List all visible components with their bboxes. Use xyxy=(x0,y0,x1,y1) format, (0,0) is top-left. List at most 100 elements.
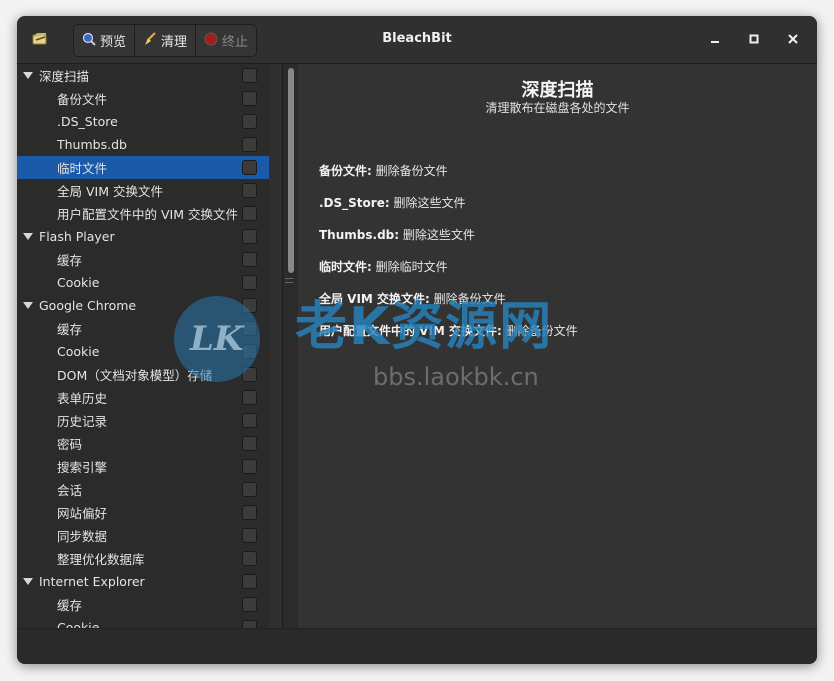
tree-row-label: 全局 VIM 交换文件 xyxy=(57,184,163,199)
pane-grip-handle[interactable] xyxy=(285,278,293,283)
tree-row-label: 网站偏好 xyxy=(57,506,108,521)
tree-row-checkbox[interactable] xyxy=(242,229,257,244)
tree-option-row[interactable]: DOM（文档对象模型）存储 xyxy=(17,363,269,386)
status-bar xyxy=(17,628,817,664)
tree-row-checkbox[interactable] xyxy=(242,574,257,589)
tree-option-row[interactable]: 备份文件 xyxy=(17,87,269,110)
tree-row-label: 缓存 xyxy=(57,253,83,268)
tree-row-checkbox[interactable] xyxy=(242,137,257,152)
tree-row-label: 用户配置文件中的 VIM 交换文件 xyxy=(57,207,238,222)
tree-row-checkbox[interactable] xyxy=(242,528,257,543)
option-description-text: 删除备份文件 xyxy=(429,292,506,306)
tree-row-checkbox[interactable] xyxy=(242,275,257,290)
tree-row-label: Google Chrome xyxy=(39,298,137,313)
tree-option-row[interactable]: 表单历史 xyxy=(17,386,269,409)
tree-row-checkbox[interactable] xyxy=(242,413,257,428)
tree-row-checkbox[interactable] xyxy=(242,183,257,198)
tree-option-row[interactable]: 缓存 xyxy=(17,248,269,271)
tree-row-label: 深度扫描 xyxy=(39,69,90,84)
tree-row-label: Cookie xyxy=(57,620,100,628)
tree-option-row[interactable]: Thumbs.db xyxy=(17,133,269,156)
window-title: BleachBit xyxy=(382,31,452,46)
tree-row-label: 密码 xyxy=(57,437,83,452)
tree-option-row[interactable]: 全局 VIM 交换文件 xyxy=(17,179,269,202)
tree-row-checkbox[interactable] xyxy=(242,91,257,106)
tree-row-checkbox[interactable] xyxy=(242,459,257,474)
tree-row-checkbox[interactable] xyxy=(242,252,257,267)
tree-row-checkbox[interactable] xyxy=(242,482,257,497)
expander-arrow-icon[interactable] xyxy=(23,578,33,585)
tree-option-row[interactable]: 历史记录 xyxy=(17,409,269,432)
expander-arrow-icon[interactable] xyxy=(23,72,33,79)
tree-category-row[interactable]: Internet Explorer xyxy=(17,570,269,593)
tree-row-label: Thumbs.db xyxy=(57,137,127,152)
option-description-text: 删除这些文件 xyxy=(399,228,475,242)
tree-option-row[interactable]: 密码 xyxy=(17,432,269,455)
tree-option-row[interactable]: 缓存 xyxy=(17,593,269,616)
tree-option-row[interactable]: 搜索引擎 xyxy=(17,455,269,478)
option-description-name: 用户配置文件中的 VIM 交换文件: xyxy=(319,324,502,338)
option-description-text: 删除这些文件 xyxy=(389,196,466,210)
tree-row-label: 临时文件 xyxy=(57,161,108,176)
tree-row-checkbox[interactable] xyxy=(242,620,257,628)
tree-row-checkbox[interactable] xyxy=(242,390,257,405)
option-description: 全局 VIM 交换文件: 删除备份文件 xyxy=(319,290,506,307)
tree-row-checkbox[interactable] xyxy=(242,206,257,221)
option-description: .DS_Store: 删除这些文件 xyxy=(319,194,465,211)
tree-row-label: DOM（文档对象模型）存储 xyxy=(57,368,213,383)
option-description-name: 临时文件: xyxy=(319,260,372,274)
option-description: 用户配置文件中的 VIM 交换文件: 删除备份文件 xyxy=(319,322,578,339)
tree-row-label: 会话 xyxy=(57,483,83,498)
tree-row-checkbox[interactable] xyxy=(242,160,257,175)
tree-option-row[interactable]: Cookie xyxy=(17,340,269,363)
tree-row-checkbox[interactable] xyxy=(242,367,257,382)
tree-category-row[interactable]: 深度扫描 xyxy=(17,64,269,87)
tree-scrollbar[interactable] xyxy=(269,64,283,628)
tree-row-checkbox[interactable] xyxy=(242,321,257,336)
tree-row-checkbox[interactable] xyxy=(242,436,257,451)
tree-option-row[interactable]: 网站偏好 xyxy=(17,501,269,524)
tree-row-checkbox[interactable] xyxy=(242,551,257,566)
tree-option-row[interactable]: 缓存 xyxy=(17,317,269,340)
tree-category-row[interactable]: Flash Player xyxy=(17,225,269,248)
tree-row-label: .DS_Store xyxy=(57,114,118,129)
option-description-name: 全局 VIM 交换文件: xyxy=(319,292,430,306)
option-description: 备份文件: 删除备份文件 xyxy=(319,162,448,179)
tree-row-checkbox[interactable] xyxy=(242,298,257,313)
tree-row-label: 同步数据 xyxy=(57,529,108,544)
tree-row-label: 缓存 xyxy=(57,598,83,613)
tree-row-checkbox[interactable] xyxy=(242,68,257,83)
tree-option-row[interactable]: 整理优化数据库 xyxy=(17,547,269,570)
tree-option-row[interactable]: .DS_Store xyxy=(17,110,269,133)
tree-row-label: 搜索引擎 xyxy=(57,460,108,475)
option-description-text: 删除临时文件 xyxy=(371,260,448,274)
tree-row-checkbox[interactable] xyxy=(242,114,257,129)
tree-row-label: Cookie xyxy=(57,344,100,359)
maximize-icon[interactable] xyxy=(745,30,763,48)
close-icon[interactable] xyxy=(784,30,802,48)
tree-option-row[interactable]: 临时文件 xyxy=(17,156,269,179)
tree-row-label: Flash Player xyxy=(39,229,115,244)
tree-row-label: 备份文件 xyxy=(57,92,108,107)
option-description-name: .DS_Store: xyxy=(319,196,390,210)
expander-arrow-icon[interactable] xyxy=(23,302,33,309)
tree-option-row[interactable]: 用户配置文件中的 VIM 交换文件 xyxy=(17,202,269,225)
tree-option-row[interactable]: 会话 xyxy=(17,478,269,501)
tree-row-checkbox[interactable] xyxy=(242,597,257,612)
tree-option-row[interactable]: Cookie xyxy=(17,271,269,294)
option-description-text: 删除备份文件 xyxy=(501,324,578,338)
tree-row-checkbox[interactable] xyxy=(242,344,257,359)
tree-row-label: Cookie xyxy=(57,275,100,290)
tree-option-row[interactable]: Cookie xyxy=(17,616,269,628)
app-window: 预览 清理 终止 BleachBit 深度扫描 备份文件 .DS_Store T… xyxy=(17,16,817,664)
option-description-name: 备份文件: xyxy=(319,164,372,178)
pane-scroll-thumb[interactable] xyxy=(288,68,294,273)
option-description: Thumbs.db: 删除这些文件 xyxy=(319,226,475,243)
tree-row-checkbox[interactable] xyxy=(242,505,257,520)
tree-row-label: Internet Explorer xyxy=(39,574,145,589)
expander-arrow-icon[interactable] xyxy=(23,233,33,240)
title-bar: 预览 清理 终止 BleachBit xyxy=(17,16,817,64)
tree-category-row[interactable]: Google Chrome xyxy=(17,294,269,317)
tree-option-row[interactable]: 同步数据 xyxy=(17,524,269,547)
minimize-icon[interactable] xyxy=(706,30,724,48)
